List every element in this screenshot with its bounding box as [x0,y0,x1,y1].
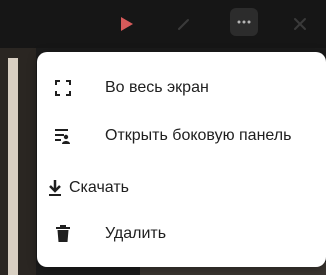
sidebar-icon [53,126,73,146]
more-icon [237,20,251,24]
menu-item-label: Во весь экран [105,79,209,96]
background-page-edge [8,58,18,275]
menu-item-open-sidebar[interactable]: Открыть боковую панель [37,116,326,156]
play-icon[interactable] [120,16,134,32]
download-icon [45,178,65,198]
top-toolbar [0,0,326,48]
context-menu: Во весь экран Открыть боковую панель Ска… [37,52,326,267]
menu-item-label: Скачать [69,179,129,196]
menu-item-fullscreen[interactable]: Во весь экран [37,68,326,108]
menu-item-label: Удалить [105,225,167,242]
fullscreen-icon [53,78,73,98]
menu-item-download[interactable]: Скачать [37,168,326,208]
edit-icon[interactable] [176,16,192,32]
background-content [0,48,36,275]
menu-item-delete[interactable]: Удалить [37,214,326,254]
close-icon[interactable] [292,16,308,32]
more-options-button[interactable] [230,8,258,36]
menu-item-label: Открыть боковую панель [105,127,292,144]
trash-icon [53,224,73,244]
